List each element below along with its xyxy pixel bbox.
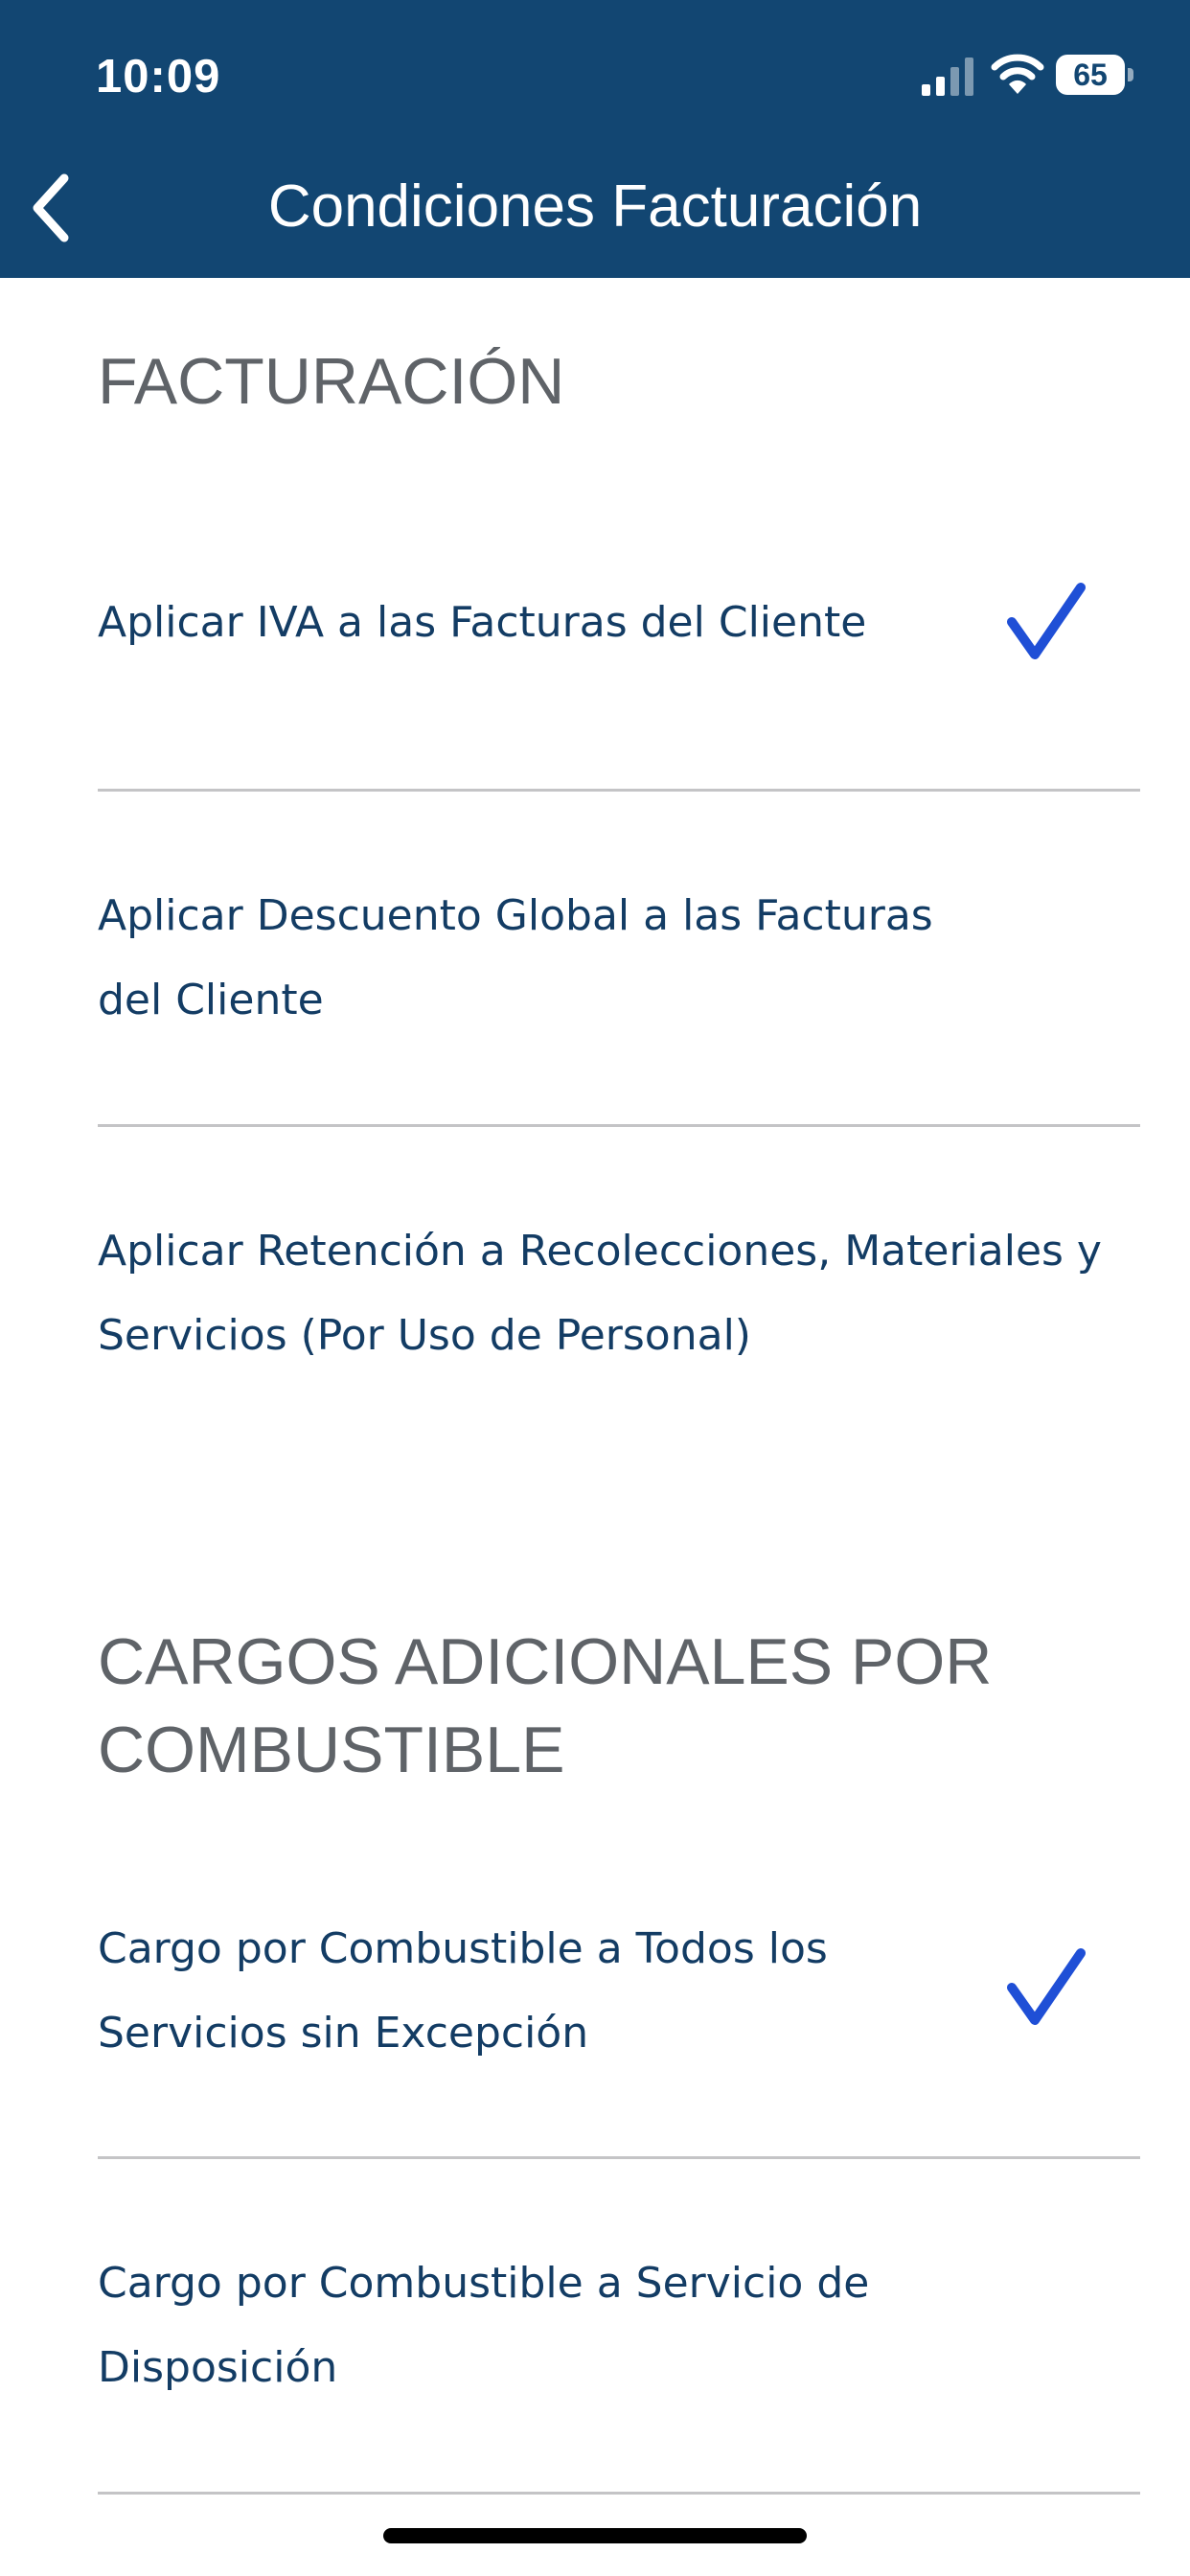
back-button[interactable] (17, 165, 84, 251)
option-label: Aplicar Retención a Recolecciones, Mater… (98, 1227, 1102, 1360)
cellular-signal-icon (922, 58, 973, 96)
option-label: Aplicar Descuento Global a las Facturas … (98, 891, 933, 1024)
option-label: Cargo por Combustible a Servicio de Disp… (98, 2259, 870, 2392)
battery-level-text: 65 (1073, 58, 1108, 92)
page-title: Condiciones Facturación (267, 173, 923, 240)
battery-indicator: 65 (1056, 55, 1134, 95)
section-title-facturacion: FACTURACIÓN (98, 345, 565, 418)
navigation-header: 10:09 65 Condiciones Facturación (0, 0, 1190, 278)
section-title-cargos-combustible: CARGOS ADICIONALES POR COMBUSTIBLE (98, 1625, 993, 1786)
divider (98, 789, 1140, 792)
option-row-aplicar-iva[interactable]: Aplicar IVA a las Facturas del Cliente (98, 551, 1140, 695)
wifi-icon (991, 54, 1044, 94)
option-row-cargo-disposicion[interactable]: Cargo por Combustible a Servicio de Disp… (98, 2242, 1140, 2424)
option-row-retencion[interactable]: Aplicar Retención a Recolecciones, Mater… (98, 1209, 1140, 1392)
battery-cap (1128, 68, 1133, 81)
option-row-cargo-todos-servicios[interactable]: Cargo por Combustible a Todos los Servic… (98, 1907, 1140, 2089)
divider (98, 2492, 1140, 2495)
option-label: Cargo por Combustible a Todos los Servic… (98, 1924, 828, 2058)
option-label: Aplicar IVA a las Facturas del Cliente (98, 598, 867, 647)
option-row-descuento-global[interactable]: Aplicar Descuento Global a las Facturas … (98, 874, 1140, 1056)
checkmark-icon (1007, 1948, 1086, 2025)
divider (98, 1124, 1140, 1127)
checkmark-icon (1007, 583, 1086, 659)
home-indicator[interactable] (383, 2528, 807, 2543)
status-time: 10:09 (96, 51, 221, 103)
divider (98, 2156, 1140, 2159)
chevron-left-icon (33, 173, 69, 242)
